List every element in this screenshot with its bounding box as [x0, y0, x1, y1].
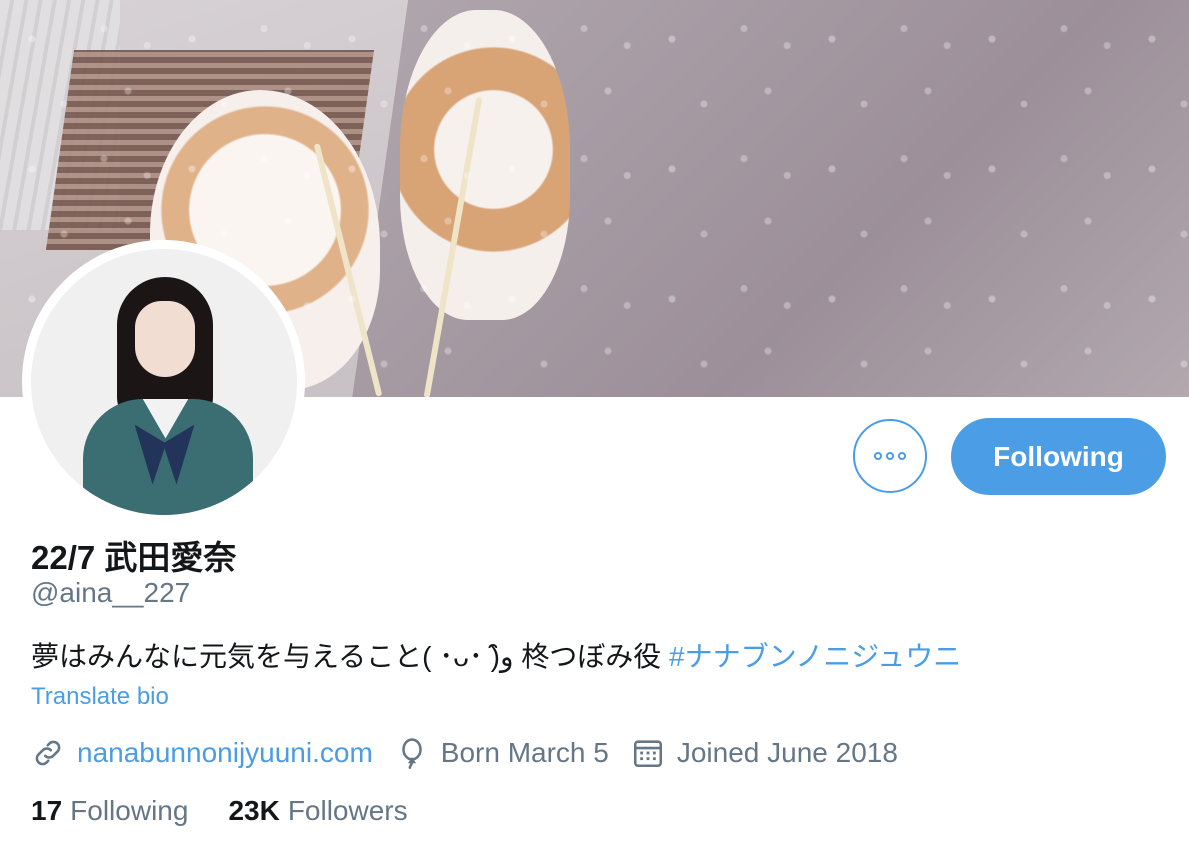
following-stat-link[interactable]: 17 Following: [31, 795, 188, 827]
profile-display-name: 22/7 武田愛奈: [31, 539, 237, 576]
avatar-photo: [30, 248, 297, 515]
more-options-button[interactable]: [853, 419, 927, 493]
calendar-icon: [631, 736, 665, 770]
following-label: Following: [70, 795, 189, 826]
more-horizontal-icon: [874, 452, 882, 460]
profile-bio: 夢はみんなに元気を与えること( ･ᴗ･ )و̑̑ 柊つぼみ役 #ナナブンノニジュ…: [31, 635, 961, 675]
following-count: 17: [31, 795, 63, 826]
following-button[interactable]: Following: [951, 418, 1166, 495]
profile-meta-row: nanabunnonijyuuni.com Born March 5 Joine…: [31, 733, 920, 773]
translate-bio-link[interactable]: Translate bio: [31, 683, 169, 711]
website-link[interactable]: nanabunnonijyuuni.com: [77, 737, 373, 769]
profile-stats: 17 Following 23K Followers: [31, 795, 408, 827]
profile-handle: @aina__227: [31, 577, 191, 608]
link-icon: [31, 736, 65, 770]
followers-count: 23K: [228, 795, 280, 826]
joined-item: Joined June 2018: [631, 736, 898, 770]
more-horizontal-icon: [898, 452, 906, 460]
followers-label: Followers: [287, 795, 408, 826]
balloon-icon: [395, 736, 429, 770]
followers-stat-link[interactable]: 23K Followers: [228, 795, 407, 827]
more-horizontal-icon: [886, 452, 894, 460]
bio-hashtag-link[interactable]: #ナナブンノニジュウニ: [669, 641, 961, 672]
bio-text: 夢はみんなに元気を与えること( ･ᴗ･ )و̑̑ 柊つぼみ役: [31, 641, 662, 672]
profile-avatar[interactable]: [22, 240, 305, 523]
joined-text: Joined June 2018: [676, 737, 898, 768]
website-item: nanabunnonijyuuni.com: [31, 736, 373, 770]
birthday-text: Born March 5: [440, 737, 609, 768]
birthday-item: Born March 5: [395, 736, 609, 770]
avatar-face: [134, 300, 195, 377]
